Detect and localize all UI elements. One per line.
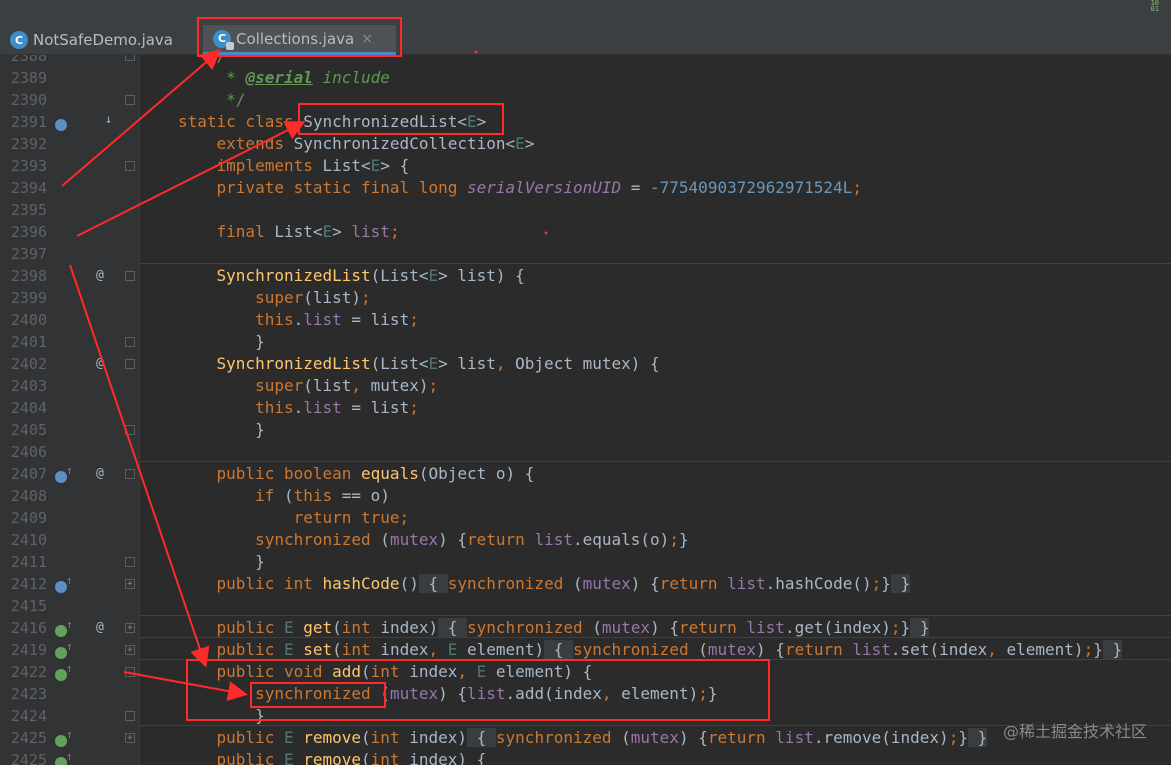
encoding-indicator-icon[interactable]: 10 01 <box>1137 0 1159 13</box>
fold-marker[interactable] <box>125 667 135 677</box>
code-line: 2425 ↑ + public E remove(int index) { sy… <box>10 728 988 747</box>
code-line: 2393 implements List<E> { <box>10 156 410 175</box>
code-line: 2424 } <box>10 706 265 725</box>
fold-marker[interactable] <box>125 55 135 61</box>
arrow-up-icon: ↑ <box>66 662 73 675</box>
at-annotation-icon[interactable]: @ <box>96 619 104 637</box>
code-line: 2403 super(list, mutex); <box>10 376 439 395</box>
arrow-up-icon: ↑ <box>66 618 73 631</box>
code-editor[interactable]: 2388 / 2389 * @serial include 2390 */ 23… <box>0 55 1171 765</box>
at-annotation-icon[interactable]: @ <box>96 267 104 285</box>
arrow-down-icon: ↓ <box>105 112 113 126</box>
arrow-up-icon: ↑ <box>66 574 73 587</box>
code-line: 2391 ↓ static class SynchronizedList<E> <box>10 112 487 131</box>
title-bar: 10 01 <box>0 0 1171 25</box>
code-line: 2401 } <box>10 332 265 351</box>
at-annotation-icon[interactable]: @ <box>96 355 104 373</box>
code-line: 2419 ↑ + public E set(int index, E eleme… <box>10 640 1123 659</box>
code-line: 2406 <box>10 443 47 461</box>
code-line: 2388 / <box>0 55 1171 67</box>
fold-marker[interactable] <box>125 161 135 171</box>
code-line: 2400 this.list = list; <box>10 310 419 329</box>
fold-expand-marker[interactable]: + <box>125 733 135 743</box>
tab-label: NotSafeDemo.java <box>33 31 174 49</box>
arrow-up-icon: ↑ <box>66 750 73 763</box>
fold-marker[interactable] <box>125 469 135 479</box>
code-line: 2415 <box>10 597 47 615</box>
code-line: 2390 */ <box>10 90 246 109</box>
arrow-up-icon: ↑ <box>66 640 73 653</box>
code-line: 2396 final List<E> list; <box>10 222 400 241</box>
fold-expand-marker[interactable]: + <box>125 623 135 633</box>
code-line: 2422 ↑ public void add(int index, E elem… <box>10 662 593 681</box>
code-line: 2411 } <box>10 552 265 571</box>
code-line: 2398 @ SynchronizedList(List<E> list) { <box>10 266 525 285</box>
class-icon: C <box>10 31 28 49</box>
code-line: 2395 <box>10 201 47 219</box>
code-line: 2394 private static final long serialVer… <box>10 178 862 197</box>
code-line: 2416 ↑ @ + public E get(int index) { syn… <box>10 618 930 637</box>
code-line: 2392 extends SynchronizedCollection<E> <box>10 134 535 153</box>
code-line: 2407 ↑ @ public boolean equals(Object o)… <box>10 464 535 483</box>
code-line: 2399 super(list); <box>10 288 371 307</box>
fold-marker[interactable] <box>125 271 135 281</box>
code-line: 2397 <box>10 245 47 263</box>
code-line: 2389 * @serial include <box>10 68 390 87</box>
code-line: 2409 return true; <box>10 508 410 527</box>
fold-marker[interactable] <box>125 359 135 369</box>
tab-label: Collections.java <box>236 29 355 48</box>
code-line: 2423 synchronized (mutex) {list.add(inde… <box>10 684 718 703</box>
code-line: 2412 ↑ + public int hashCode() { synchro… <box>10 574 911 593</box>
tab-notsafedemo[interactable]: C NotSafeDemo.java <box>0 25 197 55</box>
code-line: 2405 } <box>10 420 265 439</box>
code-line: 2404 this.list = list; <box>10 398 419 417</box>
close-icon[interactable]: × <box>361 31 373 47</box>
fold-marker[interactable] <box>125 95 135 105</box>
fold-expand-marker[interactable]: + <box>125 579 135 589</box>
code-line: 2408 if (this == o) <box>10 486 390 505</box>
code-line: 2425 ↑ public E remove(int index) { <box>0 749 1171 765</box>
arrow-up-icon: ↑ <box>66 728 73 741</box>
at-annotation-icon[interactable]: @ <box>96 465 104 483</box>
fold-expand-marker[interactable]: + <box>125 645 135 655</box>
code-line: 2402 @ SynchronizedList(List<E> list, Ob… <box>10 354 660 373</box>
arrow-up-icon: ↑ <box>66 464 73 477</box>
code-line: 2410 synchronized (mutex) {return list.e… <box>10 530 689 549</box>
class-locked-icon: C <box>213 29 234 50</box>
tab-collections[interactable]: C Collections.java × <box>203 25 396 55</box>
editor-tab-bar: C NotSafeDemo.java C Collections.java × <box>0 25 1171 55</box>
overridden-class-icon[interactable] <box>55 116 67 131</box>
